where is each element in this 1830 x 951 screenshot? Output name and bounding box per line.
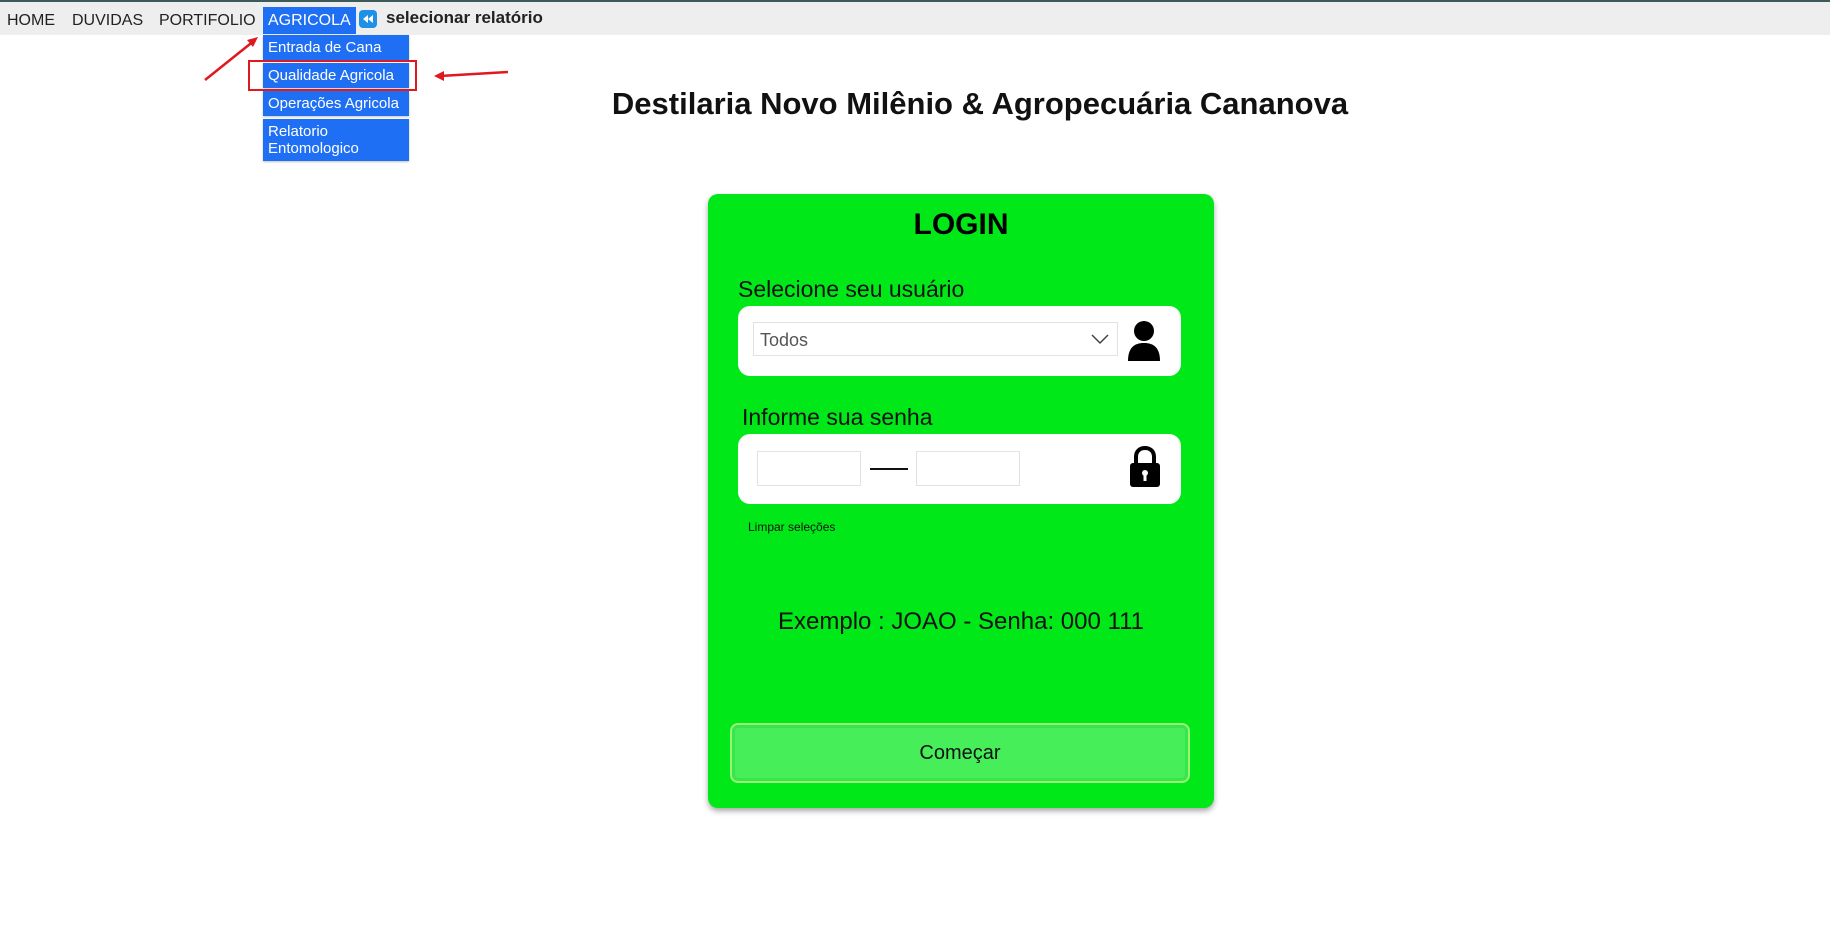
lock-icon — [1130, 446, 1160, 487]
nav-duvidas[interactable]: DUVIDAS — [72, 9, 143, 33]
menu-item-qualidade-agricola[interactable]: Qualidade Agricola — [263, 63, 409, 88]
user-field-box: Todos — [738, 306, 1181, 376]
chevron-down-icon — [1091, 334, 1109, 345]
annotation-arrow-horizontal — [439, 70, 509, 78]
page-title: Destilaria Novo Milênio & Agropecuária C… — [611, 86, 1349, 121]
user-label: Selecione seu usuário — [738, 276, 965, 302]
login-title: LOGIN — [913, 208, 1009, 241]
password-separator — [870, 468, 908, 470]
nav-home[interactable]: HOME — [7, 9, 55, 33]
top-nav-bar: HOME DUVIDAS PORTIFOLIO AGRICOLA selecio… — [0, 0, 1830, 35]
back-icon[interactable] — [359, 10, 377, 28]
login-card: LOGIN Selecione seu usuário Todos Inform… — [708, 194, 1214, 808]
user-icon — [1128, 321, 1160, 361]
example-hint: Exemplo : JOAO - Senha: 000 111 — [778, 608, 1144, 635]
report-title: selecionar relatório — [386, 8, 543, 27]
user-select-value: Todos — [760, 330, 809, 350]
menu-item-entrada-de-cana[interactable]: Entrada de Cana — [263, 35, 409, 60]
clear-selections-link[interactable]: Limpar seleções — [748, 520, 835, 534]
start-button[interactable]: Começar — [730, 723, 1190, 783]
password-label: Informe sua senha — [742, 404, 933, 430]
menu-item-relatorio-entomologico[interactable]: Relatorio Entomologico — [263, 119, 409, 161]
password-field-box — [738, 434, 1181, 504]
nav-agricola[interactable]: AGRICOLA — [263, 7, 356, 34]
password-input-first[interactable] — [757, 451, 861, 486]
password-input-second[interactable] — [916, 451, 1020, 486]
user-select[interactable]: Todos — [753, 322, 1118, 356]
annotation-arrow-diagonal — [204, 39, 256, 81]
nav-portifolio[interactable]: PORTIFOLIO — [159, 9, 256, 33]
